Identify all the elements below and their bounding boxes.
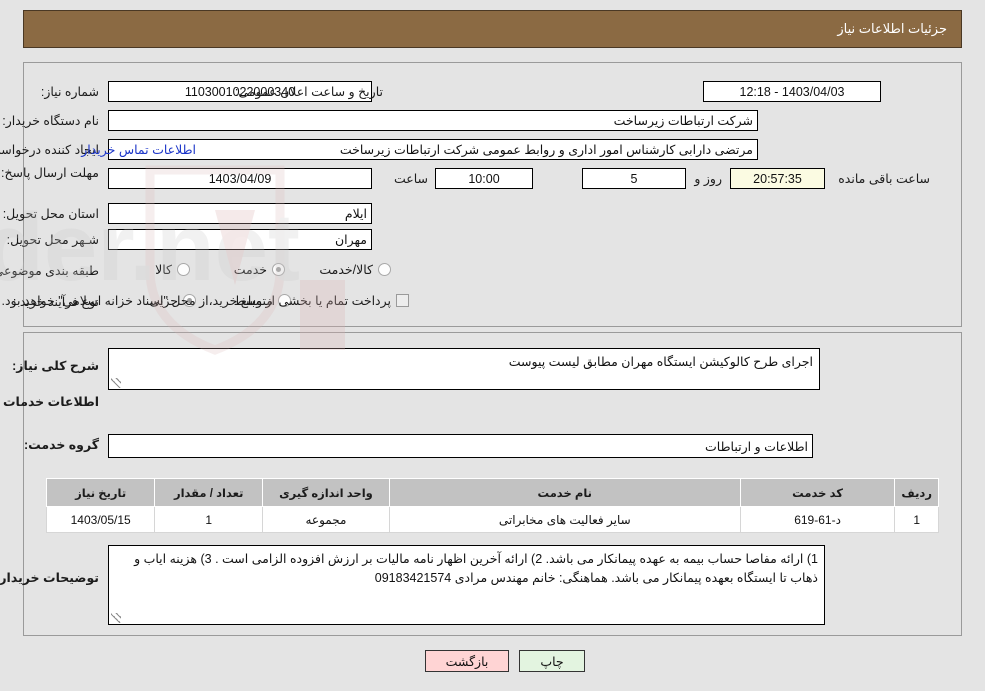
requester-field[interactable]: مرتضی دارابی کارشناس امور اداری و روابط … xyxy=(108,139,758,160)
cell-unit: مجموعه xyxy=(262,506,390,533)
announce-datetime-field[interactable]: 1403/04/03 - 12:18 xyxy=(703,81,881,102)
buyer-notes-label: توضیحات خریدار: xyxy=(0,571,99,585)
radio-indicator[interactable] xyxy=(177,263,190,276)
remaining-time-field: 20:57:35 xyxy=(730,168,825,189)
announce-datetime-label: تاریخ و ساعت اعلان عمومی: xyxy=(234,85,383,99)
radio-indicator[interactable] xyxy=(272,263,285,276)
page-title: جزئیات اطلاعات نیاز xyxy=(23,10,962,48)
service-group-field[interactable]: اطلاعات و ارتباطات xyxy=(108,434,813,458)
services-table: ردیف کد خدمت نام خدمت واحد اندازه گیری ت… xyxy=(45,478,939,533)
cell-code: د-61-619 xyxy=(739,506,896,533)
col-name: نام خدمت xyxy=(388,478,741,507)
category-option-label: کالا/خدمت xyxy=(319,263,373,277)
category-option-label: خدمت xyxy=(233,263,267,277)
col-unit: واحد اندازه گیری xyxy=(262,478,390,507)
table-header-row: ردیف کد خدمت نام خدمت واحد اندازه گیری ت… xyxy=(45,478,939,507)
service-group-label: گروه خدمت: xyxy=(23,438,99,452)
need-number-label: شماره نیاز: xyxy=(40,85,99,99)
deadline-hour-field[interactable]: 10:00 xyxy=(435,168,533,189)
buyer-org-field[interactable]: شرکت ارتباطات زیرساخت xyxy=(108,110,758,131)
remaining-days-field[interactable]: 5 xyxy=(582,168,686,189)
city-field[interactable]: مهران xyxy=(108,229,372,250)
remaining-days-label: روز و xyxy=(694,172,722,186)
province-field[interactable]: ایلام xyxy=(108,203,372,224)
province-label: استان محل تحویل: xyxy=(2,207,99,221)
col-code: کد خدمت xyxy=(739,478,896,507)
category-option-label: کالا xyxy=(155,263,172,277)
category-radio-khedmat[interactable]: خدمت xyxy=(234,262,285,277)
col-date: تاریخ نیاز xyxy=(45,478,156,507)
back-button[interactable]: بازگشت xyxy=(425,650,509,672)
description-label: شرح کلی نیاز: xyxy=(12,359,99,373)
description-textarea[interactable]: اجرای طرح کالوکیشن ایستگاه مهران مطابق ل… xyxy=(108,348,820,390)
treasury-checkbox[interactable]: پرداخت تمام یا بخشی از مبلغ خرید،از محل … xyxy=(1,293,409,308)
need-details-page: AriaTender.net جزئیات اطلاعات نیاز شماره… xyxy=(0,0,985,691)
deadline-hour-label: ساعت xyxy=(393,172,428,186)
cell-radif: 1 xyxy=(894,506,939,533)
city-label: شـهر محل تحویل: xyxy=(6,233,99,247)
deadline-date-field[interactable]: 1403/04/09 xyxy=(108,168,372,189)
col-radif: ردیف xyxy=(894,478,939,507)
remaining-time-label: ساعت باقی مانده xyxy=(838,172,930,186)
deadline-label: مهلت ارسال پاسخ: تا تاریخ: xyxy=(0,166,99,180)
treasury-checkbox-label: پرداخت تمام یا بخشی از مبلغ خرید،از محل … xyxy=(1,294,391,308)
category-radio-kala-khedmat[interactable]: کالا/خدمت xyxy=(319,262,391,277)
category-label: طبقه بندی موضوعی: xyxy=(0,264,99,278)
table-row: 1 د-61-619 سایر فعالیت های مخابراتی مجمو… xyxy=(45,506,939,533)
cell-name: سایر فعالیت های مخابراتی xyxy=(388,506,741,533)
radio-indicator[interactable] xyxy=(378,263,391,276)
services-section-title: اطلاعات خدمات مورد نیاز xyxy=(0,395,99,409)
print-button[interactable]: چاپ xyxy=(519,650,585,672)
cell-date: 1403/05/15 xyxy=(45,506,156,533)
buyer-org-label: نام دستگاه خریدار: xyxy=(2,114,99,128)
category-radio-kala[interactable]: کالا xyxy=(155,262,190,277)
buyer-notes-textarea[interactable]: 1) ارائه مفاصا حساب بیمه به عهده پیمانکا… xyxy=(108,545,825,625)
checkbox-indicator[interactable] xyxy=(396,294,409,307)
page-title-text: جزئیات اطلاعات نیاز xyxy=(837,21,947,36)
col-qty: تعداد / مقدار xyxy=(154,478,264,507)
cell-qty: 1 xyxy=(154,506,264,533)
